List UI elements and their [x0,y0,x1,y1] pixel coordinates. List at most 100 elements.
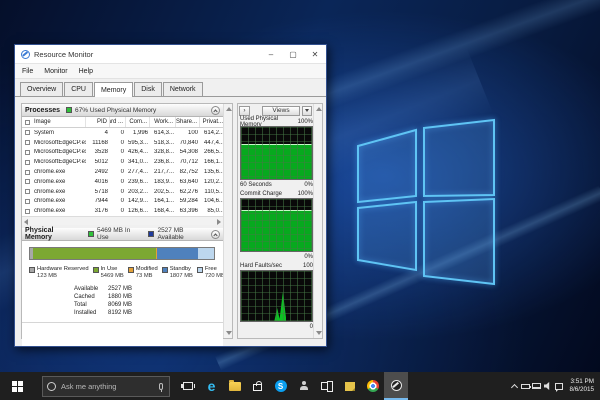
legend-value: 1807 MB [170,273,193,279]
window-title: Resource Monitor [34,50,93,59]
cell: 164,1... [150,198,176,204]
menu-help[interactable]: Help [79,68,93,75]
table-row[interactable]: chrome.exe40160239,6...183,9...63,640120… [22,177,223,187]
column-pid[interactable]: PID [86,117,110,127]
table-row[interactable]: MicrosoftEdgeCP.exe35280426,4...328,8...… [22,148,223,158]
cell: 426,4... [126,149,150,155]
vertical-scrollbar[interactable] [313,104,322,338]
scroll-up-icon[interactable] [316,107,322,111]
tab-memory[interactable]: Memory [94,82,133,97]
collapse-chevron-icon[interactable] [211,106,220,115]
vertical-scrollbar[interactable] [223,104,232,338]
person-icon [299,381,309,391]
cell: chrome.exe [32,198,86,204]
tab-bar: Overview CPU Memory Disk Network [15,79,326,97]
horizontal-scrollbar[interactable] [22,216,223,225]
scroll-down-icon[interactable] [226,331,232,335]
tab-disk[interactable]: Disk [134,82,162,96]
tray-network[interactable] [531,372,542,400]
scroll-left-icon[interactable] [24,219,28,225]
row-checkbox[interactable] [25,140,30,145]
search-input[interactable]: Ask me anything [42,376,170,397]
cell: 63,640 [176,179,200,185]
table-row[interactable]: chrome.exe57180203,2...202,5...62,276110… [22,187,223,197]
taskbar-resource-monitor-active[interactable] [384,372,408,400]
taskbar-notes-app[interactable] [338,372,361,400]
in-use-indicator-icon [88,231,94,237]
cell: 166,1... [200,159,223,165]
maximize-button[interactable]: ▢ [282,45,304,63]
scroll-right-icon[interactable] [217,219,221,225]
taskbar-people-app[interactable] [292,372,315,400]
row-checkbox[interactable] [25,160,30,165]
taskbar-skype[interactable]: S [269,372,292,400]
column-hard-faults[interactable]: Hard ... [110,117,126,127]
collapse-chevron-icon[interactable] [211,230,220,239]
menu-file[interactable]: File [22,68,33,75]
table-row[interactable]: System401,996614,3...100614,2... [22,128,223,138]
stat-label: Available [74,285,108,293]
physical-memory-panel-header[interactable]: Physical Memory 5469 MB In Use 2527 MB A… [22,228,223,241]
row-checkbox[interactable] [25,170,30,175]
table-row[interactable]: chrome.exe31760126,6...168,4...63,39685,… [22,206,223,216]
resource-monitor-window: Resource Monitor – ▢ ✕ File Monitor Help… [14,44,327,347]
cell: 100 [176,130,200,136]
row-checkbox[interactable] [25,150,30,155]
tab-cpu[interactable]: CPU [64,82,93,96]
tab-overview[interactable]: Overview [20,82,63,96]
cell: MicrosoftEdgeCP.exe [32,159,86,165]
tray-expand-button[interactable] [509,372,520,400]
expand-graphs-button[interactable]: › [239,106,250,116]
process-table-header[interactable]: Image PID Hard ... Com... Work... Share.… [22,117,223,128]
row-checkbox[interactable] [25,199,30,204]
close-button[interactable]: ✕ [304,45,326,63]
column-image[interactable]: Image [32,117,86,127]
taskbar-file-explorer[interactable] [223,372,246,400]
taskbar-edge[interactable]: e [200,372,223,400]
tray-battery[interactable] [520,372,531,400]
table-row[interactable]: MicrosoftEdgeCP.exe111680595,3...518,3..… [22,138,223,148]
row-checkbox[interactable] [25,130,30,135]
column-commit[interactable]: Com... [126,117,150,127]
cell: 63,396 [176,208,200,214]
table-row[interactable]: chrome.exe79440142,9...164,1...59,284104… [22,197,223,207]
taskbar: Ask me anything e S 3:51 PM 8/6/2015 [0,372,600,400]
taskbar-clock[interactable]: 3:51 PM 8/6/2015 [569,378,594,394]
tray-action-center[interactable] [553,372,564,400]
task-view-button[interactable] [176,372,200,400]
cell: 518,3... [150,140,176,146]
tray-volume[interactable] [542,372,553,400]
scroll-up-icon[interactable] [226,107,232,111]
title-bar[interactable]: Resource Monitor – ▢ ✕ [15,45,326,64]
note-icon [345,382,355,391]
microphone-icon[interactable] [159,383,163,390]
legend-standby: Standby 1807 MB [162,266,193,280]
graph3-title: Hard Faults/sec [240,263,282,269]
taskbar-phone-companion[interactable] [315,372,338,400]
cell: chrome.exe [32,189,86,195]
scroll-down-icon[interactable] [316,331,322,335]
tab-network[interactable]: Network [163,82,203,96]
legend-swatch [29,267,35,273]
available-indicator-icon [148,231,154,237]
row-checkbox[interactable] [25,179,30,184]
clock-time: 3:51 PM [571,378,594,385]
start-button[interactable] [0,372,34,400]
row-checkbox[interactable] [25,209,30,214]
views-button[interactable]: Views [262,106,300,116]
row-checkbox[interactable] [25,189,30,194]
processes-panel-header[interactable]: Processes 67% Used Physical Memory [22,104,223,117]
select-all-checkbox[interactable] [25,120,30,125]
table-row[interactable]: chrome.exe24920277,4...217,7...82,752135… [22,167,223,177]
table-row[interactable]: MicrosoftEdgeCP.exe50120341,0...236,8...… [22,157,223,167]
in-use-label: 5469 MB In Use [97,227,143,241]
cell: 2492 [86,169,110,175]
taskbar-chrome[interactable] [361,372,384,400]
cortana-icon [47,382,56,391]
menu-monitor[interactable]: Monitor [44,68,67,75]
minimize-button[interactable]: – [260,45,282,63]
column-shareable[interactable]: Share... [176,117,200,127]
taskbar-store[interactable] [246,372,269,400]
views-dropdown-button[interactable] [302,106,312,116]
column-working-set[interactable]: Work... [150,117,176,127]
